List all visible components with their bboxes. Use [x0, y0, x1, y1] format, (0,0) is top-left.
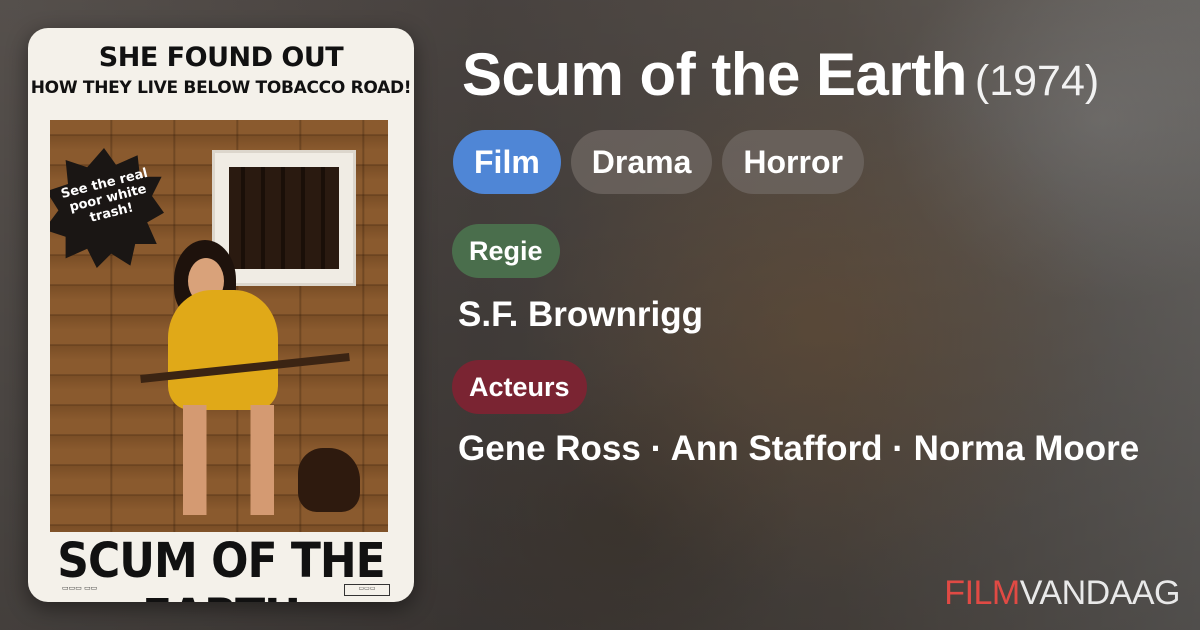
- movie-title: Scum of the Earth: [462, 41, 967, 108]
- director-label-badge: Regie: [452, 224, 560, 278]
- poster-artwork: See the real poor white trash!: [50, 120, 388, 532]
- genre-tag-drama[interactable]: Drama: [570, 130, 713, 194]
- brand-part-film: FILM: [944, 574, 1020, 612]
- genre-tag-film[interactable]: Film: [453, 130, 561, 194]
- movie-poster: SHE FOUND OUT HOW THEY LIVE BELOW TOBACC…: [28, 28, 414, 602]
- title-row: Scum of the Earth (1974): [462, 40, 1099, 109]
- genre-tags: Film Drama Horror: [453, 130, 864, 194]
- poster-subtagline: HOW THEY LIVE BELOW TOBACCO ROAD!: [30, 78, 412, 98]
- genre-tag-horror[interactable]: Horror: [722, 130, 864, 194]
- filmvandaag-logo: FILMVANDAAG: [944, 574, 1180, 613]
- actors-label-badge: Acteurs: [452, 360, 587, 414]
- actors-list: Gene Ross · Ann Stafford · Norma Moore: [458, 429, 1140, 468]
- poster-credit-block: ▭▭▭ ▭▭: [62, 584, 98, 592]
- poster-tagline: SHE FOUND OUT: [98, 42, 344, 73]
- movie-year: (1974): [974, 57, 1100, 105]
- director-name: S.F. Brownrigg: [458, 295, 703, 334]
- brand-part-vandaag: VANDAAG: [1019, 574, 1181, 612]
- window-bars: [229, 167, 339, 269]
- figure-dress: [168, 290, 278, 410]
- figure-legs: [170, 405, 300, 515]
- dog: [298, 448, 360, 512]
- poster-rating-box: ▭▭▭: [344, 584, 390, 596]
